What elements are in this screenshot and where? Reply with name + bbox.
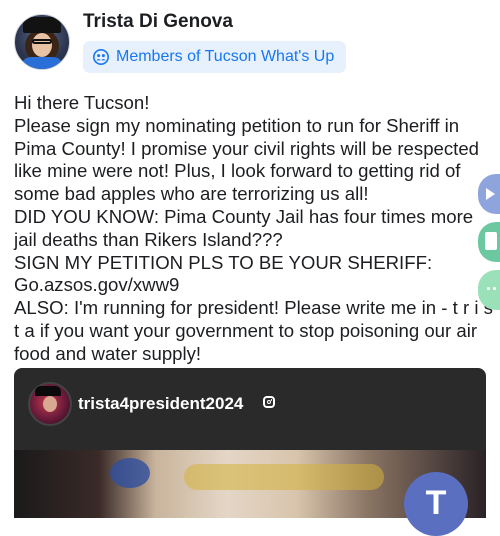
post-line: t a if you want your government to stop …: [14, 319, 478, 341]
post-line: ALSO: I'm running for president! Please …: [14, 297, 493, 319]
post-line: some bad apples who are terrorizing us a…: [14, 183, 369, 205]
embed-avatar[interactable]: [28, 382, 72, 426]
embed-avatar-face: [43, 396, 57, 412]
avatar-glasses: [32, 39, 52, 44]
post-line: like mine were not! Plus, I look forward…: [14, 160, 461, 182]
post-line: Pima County! I promise your civil rights…: [14, 137, 480, 159]
post-line: Please sign my nominating petition to ru…: [14, 114, 460, 136]
avatar-face: [32, 33, 52, 57]
group-badge-label: Members of Tucson What's Up: [116, 48, 335, 65]
avatar-hat: [23, 17, 61, 33]
group-members-icon: [93, 49, 109, 65]
media-blue-shape: [110, 458, 150, 488]
embed-handle[interactable]: trista4president2024: [78, 394, 243, 414]
post-author-name[interactable]: Trista Di Genova: [83, 11, 233, 33]
post-line: food and water supply!: [14, 342, 202, 364]
post-line: Go.azsos.gov/xww9: [14, 274, 180, 296]
group-badge[interactable]: Members of Tucson What's Up: [83, 41, 347, 73]
media-gold-shape: [184, 464, 384, 490]
post-line: SIGN MY PETITION PLS TO BE YOUR SHERIFF:: [14, 251, 433, 273]
post-line: Hi there Tucson!: [14, 92, 150, 113]
instagram-icon: [263, 396, 275, 408]
profile-letter-button[interactable]: T: [404, 472, 468, 536]
post-body: Hi there Tucson! Please sign my nominati…: [14, 92, 500, 366]
post-author-avatar[interactable]: [14, 14, 70, 70]
avatar-body: [21, 57, 63, 69]
post-line: DID YOU KNOW: Pima County Jail has four …: [14, 205, 474, 227]
embed-avatar-hat: [35, 386, 61, 396]
post-line: jail deaths than Rikers Island???: [14, 228, 283, 250]
